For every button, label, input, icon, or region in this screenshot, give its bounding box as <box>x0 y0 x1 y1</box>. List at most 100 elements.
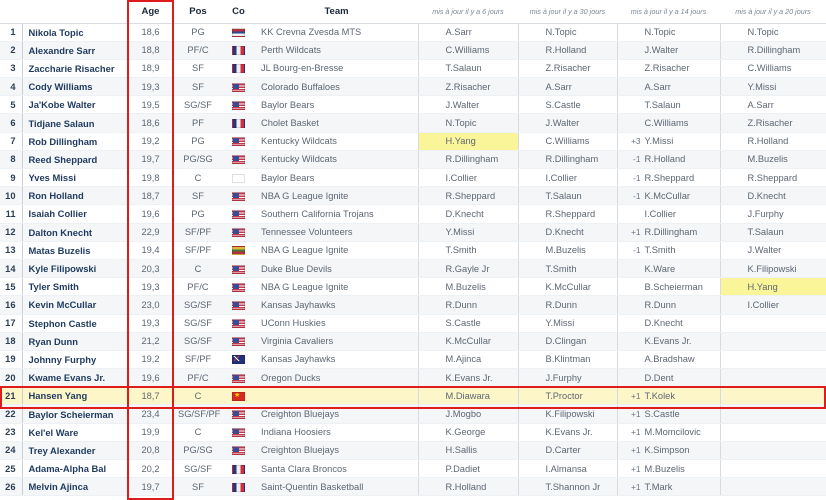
row-history-4[interactable]: J.Furphy <box>719 204 826 224</box>
row-team[interactable]: Kentucky Wildcats <box>255 150 418 170</box>
row-team[interactable]: Kansas Jayhawks <box>255 295 418 315</box>
row-history-3[interactable]: R.Dunn <box>616 295 720 315</box>
row-team[interactable]: NBA G League Ignite <box>255 186 418 206</box>
row-team[interactable]: NBA G League Ignite <box>255 277 418 297</box>
row-history-4[interactable] <box>719 477 826 497</box>
row-history-1[interactable]: K.McCullar <box>417 332 518 351</box>
row-history-2[interactable]: K.Evans Jr. <box>517 423 617 442</box>
row-history-1[interactable]: J.Mogbo <box>417 404 518 424</box>
column-header-pos[interactable]: Pos <box>174 0 222 24</box>
row-history-3[interactable]: +1 M.Buzelis <box>616 459 720 479</box>
row-history-2[interactable]: C.Williams <box>517 132 617 151</box>
row-history-1[interactable]: H.Sallis <box>417 441 518 461</box>
row-history-1[interactable]: R.Sheppard <box>417 186 518 206</box>
row-history-2[interactable]: T.Proctor <box>517 386 617 406</box>
row-player-name[interactable]: Kyle Filipowski <box>21 259 127 279</box>
column-header-team[interactable]: Team <box>255 0 418 24</box>
table-row[interactable]: 18 Ryan Dunn 21,2 SG/SF Virginia Cavaliers K.… <box>0 332 826 351</box>
row-player-name[interactable]: Isaiah Collier <box>21 204 127 224</box>
row-player-name[interactable]: Tidjane Salaun <box>21 113 127 133</box>
row-history-2[interactable]: T.Shannon Jr <box>517 477 617 497</box>
table-row[interactable]: 16 Kevin McCullar 23,0 SG/SF Kansas Jayhawks… <box>0 295 826 315</box>
row-player-name[interactable]: Dalton Knecht <box>21 223 127 242</box>
row-history-3[interactable]: D.Dent <box>616 368 720 388</box>
row-history-1[interactable]: A.Sarr <box>417 23 518 42</box>
row-history-2[interactable]: J.Furphy <box>517 368 617 388</box>
row-history-2[interactable]: A.Sarr <box>517 77 617 97</box>
table-row[interactable]: 8 Reed Sheppard 19,7 PG/SG Kentucky Wildcats… <box>0 150 826 170</box>
row-history-4[interactable] <box>719 314 826 333</box>
row-player-name[interactable]: Ja'Kobe Walter <box>21 95 127 115</box>
table-row[interactable]: 6 Tidjane Salaun 18,6 PF Cholet Basket N.Topi… <box>0 113 826 133</box>
row-team[interactable]: Baylor Bears <box>255 168 418 188</box>
row-history-4[interactable]: J.Walter <box>719 241 826 260</box>
row-history-2[interactable]: D.Carter <box>517 441 617 461</box>
row-history-3[interactable]: T.Salaun <box>616 95 720 115</box>
row-history-1[interactable]: Z.Risacher <box>417 77 518 97</box>
row-history-3[interactable]: B.Scheierman <box>616 277 720 297</box>
table-row[interactable]: 25 Adama-Alpha Bal 20,2 SG/SF Santa Clara Br… <box>0 459 826 479</box>
row-history-2[interactable]: M.Buzelis <box>517 241 617 260</box>
row-history-4[interactable]: R.Sheppard <box>719 168 826 188</box>
table-row[interactable]: 13 Matas Buzelis 19,4 SF/PF NBA G League Ign… <box>0 241 826 260</box>
row-history-4[interactable]: A.Sarr <box>719 95 826 115</box>
row-history-3[interactable]: -1 R.Holland <box>616 150 720 170</box>
table-row[interactable]: 15 Tyler Smith 19,3 PF/C NBA G League Ignite… <box>0 277 826 297</box>
row-team[interactable]: Virginia Cavaliers <box>255 332 418 351</box>
row-history-4[interactable] <box>719 459 826 479</box>
row-player-name[interactable]: Adama-Alpha Bal <box>21 459 127 479</box>
row-team[interactable]: NBA G League Ignite <box>255 241 418 260</box>
row-player-name[interactable]: Nikola Topic <box>21 23 127 42</box>
column-header-age[interactable]: Age <box>127 0 174 24</box>
table-row[interactable]: 20 Kwame Evans Jr. 19,6 PF/C Oregon Ducks K.E… <box>0 368 826 388</box>
row-team[interactable]: KK Crevna Zvesda MTS <box>255 23 418 42</box>
row-player-name[interactable]: Reed Sheppard <box>21 150 127 170</box>
row-team[interactable]: Perth Wildcats <box>255 41 418 60</box>
row-player-name[interactable]: Melvin Ajinca <box>21 477 127 497</box>
row-player-name[interactable]: Johnny Furphy <box>21 350 127 370</box>
row-team[interactable]: Duke Blue Devils <box>255 259 418 279</box>
row-history-3[interactable]: +1 T.Mark <box>616 477 720 497</box>
row-player-name[interactable]: Ron Holland <box>21 186 127 206</box>
column-header-history-6-days[interactable]: mis à jour il y a 6 jours <box>418 0 518 24</box>
row-history-1[interactable]: Y.Missi <box>417 223 518 242</box>
row-history-3[interactable]: A.Sarr <box>616 77 720 97</box>
row-history-4[interactable]: Z.Risacher <box>719 113 826 133</box>
row-history-2[interactable]: D.Knecht <box>517 223 617 242</box>
row-team[interactable]: Kentucky Wildcats <box>255 132 418 151</box>
row-history-3[interactable]: N.Topic <box>616 23 720 42</box>
row-history-2[interactable]: T.Salaun <box>517 186 617 206</box>
row-history-4[interactable]: T.Salaun <box>719 223 826 242</box>
row-history-4[interactable]: D.Knecht <box>719 186 826 206</box>
row-player-name[interactable]: Kwame Evans Jr. <box>21 368 127 388</box>
row-team[interactable]: Oregon Ducks <box>255 368 418 388</box>
row-history-1[interactable]: R.Gayle Jr <box>417 259 518 279</box>
row-history-1[interactable]: K.George <box>417 423 518 442</box>
row-history-1[interactable]: K.Evans Jr. <box>417 368 518 388</box>
table-row[interactable]: 9 Yves Missi 19,8 C Baylor Bears I.Collier I.C… <box>0 168 826 188</box>
row-team[interactable]: Creighton Bluejays <box>255 441 418 461</box>
row-history-2[interactable]: D.Clingan <box>517 332 617 351</box>
row-history-3[interactable]: I.Collier <box>616 204 720 224</box>
row-team[interactable]: Cholet Basket <box>255 113 418 133</box>
row-history-3[interactable]: D.Knecht <box>616 314 720 333</box>
row-history-4[interactable]: M.Buzelis <box>719 150 826 170</box>
table-row[interactable]: 14 Kyle Filipowski 20,3 C Duke Blue Devils R.… <box>0 259 826 279</box>
table-row[interactable]: 2 Alexandre Sarr 18,8 PF/C Perth Wildcats C.W… <box>0 41 826 60</box>
row-history-4[interactable] <box>719 332 826 351</box>
row-player-name[interactable]: Cody Williams <box>21 77 127 97</box>
row-history-3[interactable]: A.Bradshaw <box>616 350 720 370</box>
row-history-4[interactable] <box>719 423 826 442</box>
row-player-name[interactable]: Baylor Scheierman <box>21 404 127 424</box>
row-history-2[interactable]: T.Smith <box>517 259 617 279</box>
table-row[interactable]: 10 Ron Holland 18,7 SF NBA G League Ignite R.… <box>0 186 826 206</box>
table-row[interactable]: 1 Nikola Topic 18,6 PG KK Crevna Zvesda MTS A… <box>0 23 826 42</box>
row-history-2[interactable]: R.Sheppard <box>517 204 617 224</box>
row-history-2[interactable]: R.Holland <box>517 41 617 60</box>
row-history-3[interactable]: -1 T.Smith <box>616 241 720 260</box>
row-player-name[interactable]: Ryan Dunn <box>21 332 127 351</box>
row-player-name[interactable]: Kel'el Ware <box>21 423 127 442</box>
table-row[interactable]: 26 Melvin Ajinca 19,7 SF Saint-Quentin Baske… <box>0 477 826 497</box>
row-player-name[interactable]: Yves Missi <box>21 168 127 188</box>
row-history-4[interactable]: R.Holland <box>719 132 826 151</box>
